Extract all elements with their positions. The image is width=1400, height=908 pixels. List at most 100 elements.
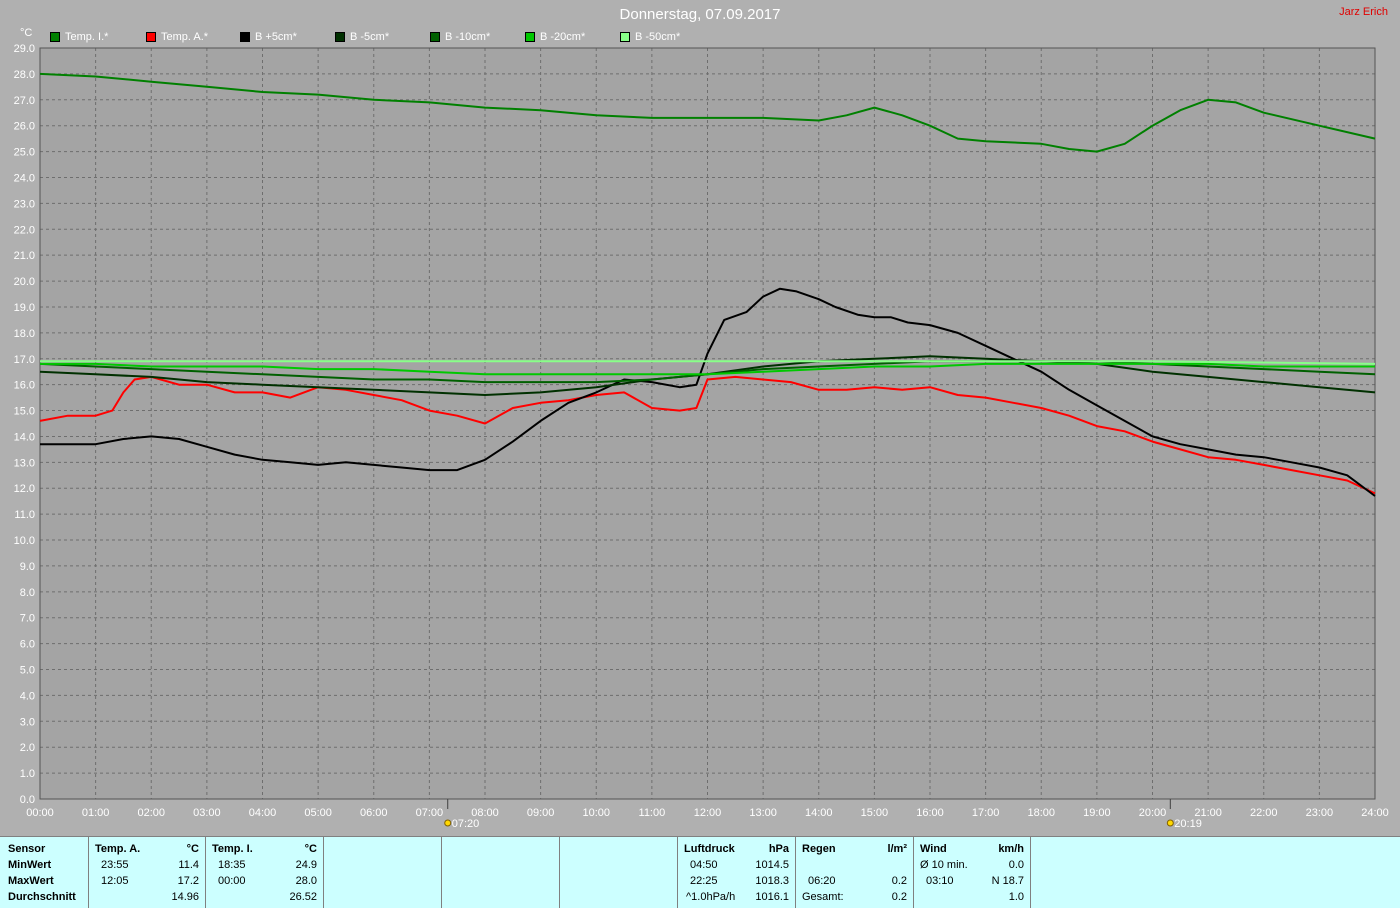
- wind-avg-label: Ø 10 min.: [920, 859, 968, 871]
- wind-max-time: 03:10: [926, 875, 954, 887]
- y-tick-label: 21.0: [14, 250, 35, 262]
- y-tick-label: 28.0: [14, 69, 35, 81]
- temp-i-unit: °C: [304, 843, 317, 855]
- temperature-chart: 0.0 1.0 2.0 3.0 4.0 5.0 6.0 7.0 8.0 9.0 10.0 11.0 12…: [14, 27, 1389, 830]
- x-tick-label: 16:00: [916, 807, 944, 819]
- rain-total-label: Gesamt:: [802, 891, 844, 903]
- x-tick-label: 10:00: [582, 807, 610, 819]
- pressure-rate: ^1.0hPa/h: [686, 891, 736, 903]
- empty-column-1: [324, 837, 442, 908]
- x-tick-label: 05:00: [304, 807, 332, 819]
- pressure-column: Luftdruck hPa 04:50 1014.5 22:25 1018.3 …: [678, 837, 796, 908]
- row-label-max: MaxWert: [8, 875, 54, 887]
- y-tick-label: 23.0: [14, 198, 35, 210]
- y-tick-label: 12.0: [14, 483, 35, 495]
- y-tick-label: 10.0: [14, 535, 35, 547]
- legend-label: B -50cm*: [635, 31, 681, 43]
- y-tick-label: 20.0: [14, 276, 35, 288]
- temp-a-title: Temp. A.: [95, 843, 141, 855]
- legend-label: B -20cm*: [540, 31, 586, 43]
- rain-unit: l/m²: [887, 843, 907, 855]
- legend-swatch: [620, 32, 630, 42]
- x-tick-label: 24:00: [1361, 807, 1389, 819]
- temp-i-min: 24.9: [295, 859, 317, 871]
- legend-swatch: [430, 32, 440, 42]
- row-label-sensor: Sensor: [8, 843, 46, 855]
- rain-total: 0.2: [891, 891, 907, 903]
- legend-swatch: [240, 32, 250, 42]
- temp-i-column: Temp. I. °C 18:35 24.9 00:00 28.0 26.52: [206, 837, 324, 908]
- y-tick-label: 14.0: [14, 431, 35, 443]
- wind-title: Wind: [920, 843, 947, 855]
- legend-label: B -10cm*: [445, 31, 491, 43]
- x-tick-label: 13:00: [749, 807, 777, 819]
- wind-max: N 18.7: [991, 875, 1024, 887]
- author-label: Jarz Erich: [1339, 6, 1388, 18]
- y-tick-label: 7.0: [20, 613, 35, 625]
- x-tick-label: 02:00: [137, 807, 165, 819]
- rain-column: Regen l/m² 06:20 0.2 Gesamt: 0.2: [796, 837, 914, 908]
- temp-a-min: 11.4: [178, 859, 199, 871]
- legend-swatch: [146, 32, 156, 42]
- y-tick-label: 6.0: [20, 639, 35, 651]
- y-tick-label: 5.0: [20, 665, 35, 677]
- legend-swatch: [525, 32, 535, 42]
- x-tick-label: 17:00: [972, 807, 1000, 819]
- legend-item: Temp. I.*: [50, 31, 108, 43]
- wind-avg: 0.0: [1008, 859, 1024, 871]
- y-tick-label: 1.0: [20, 768, 35, 780]
- temp-i-title: Temp. I.: [212, 843, 253, 855]
- y-axis-label: °C: [20, 27, 32, 39]
- pressure-unit: hPa: [768, 843, 789, 855]
- temp-i-max-time: 00:00: [218, 875, 246, 887]
- rain-max-time: 06:20: [808, 875, 836, 887]
- chart-title: Donnerstag, 07.09.2017: [619, 6, 781, 23]
- y-tick-label: 15.0: [14, 406, 35, 418]
- temp-i-max: 28.0: [295, 875, 317, 887]
- legend-item: B -5cm*: [335, 31, 389, 43]
- empty-column-3: [560, 837, 678, 908]
- temp-a-column: Temp. A. °C 23:55 11.4 12:05 17.2 14.96: [89, 837, 206, 908]
- legend-item: B -10cm*: [430, 31, 490, 43]
- temp-a-unit: °C: [186, 843, 199, 855]
- legend-label: B -5cm*: [350, 31, 390, 43]
- row-label-min: MinWert: [8, 859, 52, 871]
- x-tick-label: 11:00: [639, 807, 666, 819]
- y-tick-label: 8.0: [20, 587, 35, 599]
- y-tick-label: 16.0: [14, 380, 35, 392]
- y-tick-label: 29.0: [14, 43, 35, 55]
- x-tick-label: 23:00: [1306, 807, 1334, 819]
- pressure-min-time: 04:50: [690, 859, 718, 871]
- marker-label: 07:20: [452, 818, 480, 830]
- legend-swatch: [50, 32, 60, 42]
- y-tick-label: 0.0: [20, 794, 35, 806]
- temp-i-min-time: 18:35: [218, 859, 246, 871]
- y-tick-label: 24.0: [14, 172, 35, 184]
- legend-label: B +5cm*: [255, 31, 297, 43]
- wind-unit: km/h: [998, 843, 1024, 855]
- rain-title: Regen: [802, 843, 836, 855]
- y-tick-label: 2.0: [20, 742, 35, 754]
- sun-icon: [444, 819, 452, 827]
- pressure-max: 1018.3: [755, 875, 789, 887]
- x-tick-label: 06:00: [360, 807, 388, 819]
- y-tick-label: 19.0: [14, 302, 35, 314]
- stats-table: Sensor MinWert MaxWert Durchschnitt Temp…: [0, 836, 1400, 908]
- pressure-min: 1014.5: [755, 859, 789, 871]
- x-tick-label: 12:00: [694, 807, 722, 819]
- temp-a-max-time: 12:05: [101, 875, 129, 887]
- y-tick-label: 25.0: [14, 147, 35, 159]
- pressure-title: Luftdruck: [684, 843, 735, 855]
- legend-item: Temp. A.*: [146, 31, 208, 43]
- rain-max: 0.2: [891, 875, 907, 887]
- wind-mean: 1.0: [1008, 891, 1024, 903]
- wind-column: Wind km/h Ø 10 min. 0.0 03:10 N 18.7 1.0: [914, 837, 1031, 908]
- legend-label: Temp. A.*: [161, 31, 209, 43]
- x-tick-label: 03:00: [193, 807, 221, 819]
- pressure-max-time: 22:25: [690, 875, 718, 887]
- pressure-avg: 1016.1: [755, 891, 789, 903]
- marker-label: 20:19: [1174, 818, 1202, 830]
- y-tick-label: 18.0: [14, 328, 35, 340]
- x-tick-label: 15:00: [861, 807, 889, 819]
- temp-i-avg: 26.52: [289, 891, 317, 903]
